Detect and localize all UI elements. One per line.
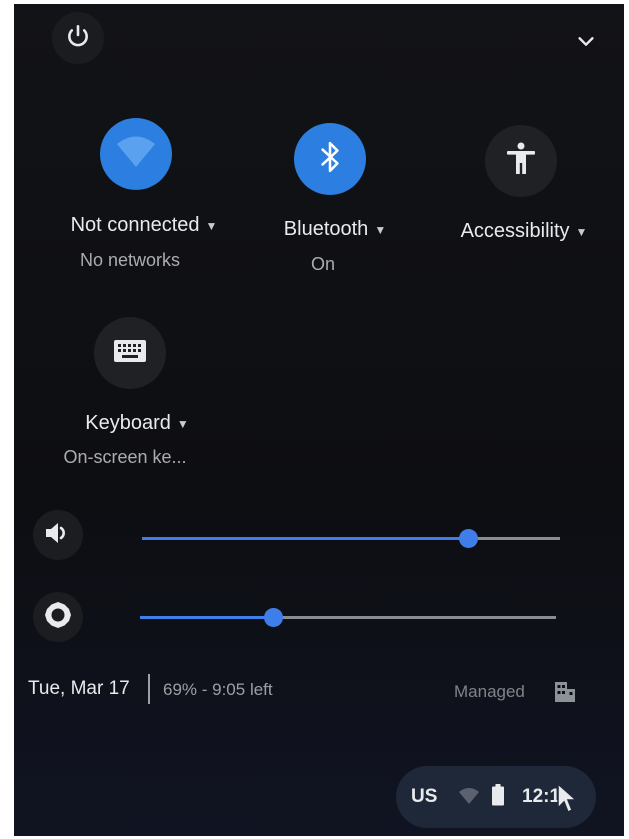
wifi-status-icon bbox=[458, 787, 480, 810]
volume-slider-thumb[interactable] bbox=[459, 529, 479, 548]
mouse-cursor-icon bbox=[556, 782, 578, 819]
volume-slider[interactable] bbox=[142, 529, 560, 548]
caret-down-icon: ▼ bbox=[575, 224, 588, 239]
accessibility-toggle[interactable] bbox=[485, 125, 557, 197]
volume-icon bbox=[44, 521, 72, 550]
power-button[interactable] bbox=[52, 12, 104, 64]
bluetooth-toggle[interactable] bbox=[294, 123, 366, 195]
keyboard-label-text: Keyboard bbox=[85, 412, 171, 434]
volume-mute-button[interactable] bbox=[33, 510, 83, 560]
network-toggle[interactable] bbox=[100, 118, 172, 190]
battery-status: 69% - 9:05 left bbox=[163, 680, 273, 699]
caret-down-icon: ▼ bbox=[374, 222, 387, 237]
ime-indicator: US bbox=[411, 786, 438, 807]
battery-icon bbox=[492, 784, 504, 811]
keyboard-status: On-screen ke... bbox=[63, 447, 187, 467]
wifi-icon bbox=[116, 135, 156, 174]
caret-down-icon: ▼ bbox=[176, 416, 189, 431]
brightness-icon-button bbox=[33, 592, 83, 642]
brightness-slider-fill bbox=[140, 616, 274, 619]
caret-down-icon: ▼ bbox=[205, 218, 218, 233]
network-label-text: Not connected bbox=[70, 214, 200, 236]
accessibility-tile-label[interactable]: Accessibility ▼ bbox=[461, 220, 588, 243]
chevron-down-icon bbox=[575, 30, 597, 57]
network-tile-label[interactable]: Not connected ▼ bbox=[71, 214, 218, 237]
brightness-slider-thumb[interactable] bbox=[264, 608, 284, 627]
managed-label[interactable]: Managed bbox=[454, 682, 525, 702]
keyboard-toggle[interactable] bbox=[94, 317, 166, 389]
accessibility-icon bbox=[506, 142, 536, 181]
bluetooth-label-text: Bluetooth bbox=[283, 218, 369, 240]
accessibility-label-text: Accessibility bbox=[460, 220, 570, 242]
keyboard-icon bbox=[113, 339, 147, 368]
date-label[interactable]: Tue, Mar 17 bbox=[28, 678, 130, 700]
status-area-button[interactable]: US 12:1 bbox=[396, 766, 596, 828]
clock-time: 12:1 bbox=[522, 786, 561, 807]
enterprise-building-icon[interactable] bbox=[554, 680, 576, 709]
bluetooth-tile-label[interactable]: Bluetooth ▼ bbox=[284, 218, 386, 241]
bluetooth-status: On bbox=[310, 254, 336, 274]
bluetooth-icon bbox=[317, 140, 343, 179]
collapse-button[interactable] bbox=[569, 26, 603, 60]
network-status: No networks bbox=[79, 250, 181, 270]
volume-slider-fill bbox=[142, 537, 469, 540]
brightness-slider[interactable] bbox=[140, 608, 556, 627]
power-icon bbox=[65, 23, 91, 54]
footer-divider bbox=[148, 674, 150, 704]
quick-settings-panel: Not connected ▼ No networks Bluetooth ▼ On… bbox=[14, 4, 624, 836]
brightness-icon bbox=[44, 601, 72, 634]
keyboard-tile-label[interactable]: Keyboard ▼ bbox=[85, 412, 189, 435]
